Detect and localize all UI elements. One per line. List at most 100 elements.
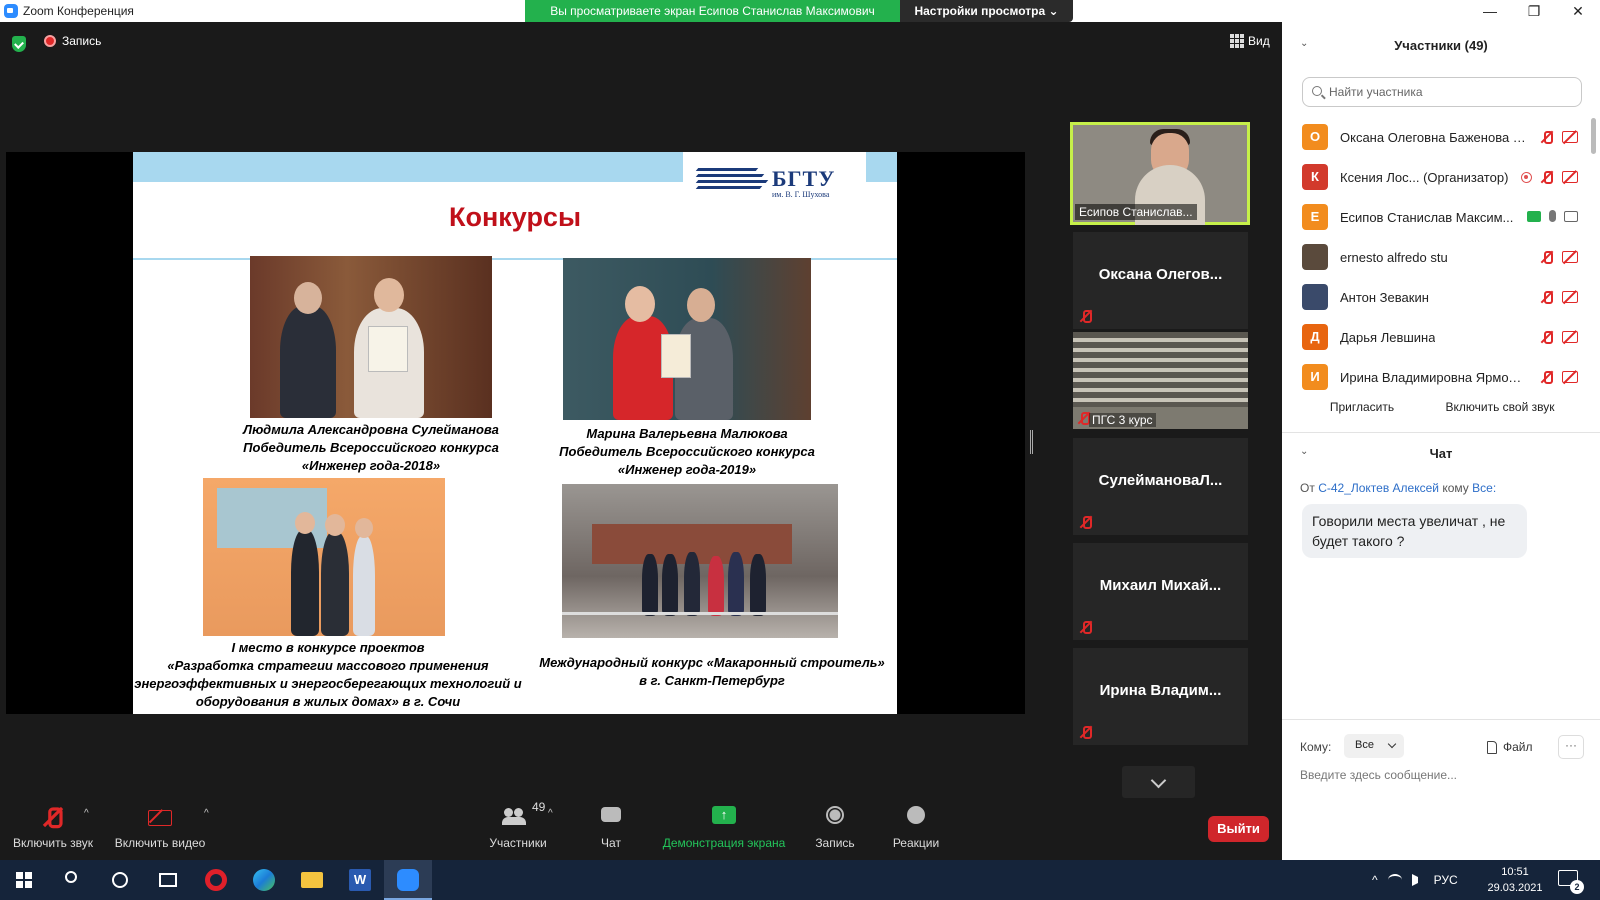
share-screen-button[interactable]: ↑ Демонстрация экрана [656,802,792,860]
task-view-icon [159,873,177,887]
participant-row[interactable]: Д Дарья Левшина [1300,318,1580,358]
invite-button[interactable]: Пригласить [1318,394,1406,420]
file-button[interactable]: Файл [1487,740,1533,754]
shared-screen: БГТУ им. В. Г. Шухова Конкурсы Людмила А… [6,152,1025,714]
windows-logo-icon [16,872,32,888]
window-title: Zoom Конференция [23,4,134,18]
audio-options-caret[interactable]: ^ [84,808,89,819]
participant-status-icons [1521,170,1578,184]
participant-row[interactable]: И Ирина Владимировна Ярмоле... [1300,358,1580,398]
mic-icon [1549,210,1556,222]
view-settings-dropdown[interactable]: Настройки просмотра ⌄ [900,0,1073,22]
video-off-icon [1562,251,1578,263]
video-icon [1564,210,1578,222]
network-icon[interactable] [1387,874,1402,886]
reactions-button[interactable]: Реакции [886,802,946,860]
file-icon [1487,740,1497,754]
video-tile-pgs[interactable]: ПГС 3 курс [1073,332,1248,429]
close-button[interactable]: ✕ [1556,0,1600,22]
splitter-handle[interactable] [1030,430,1033,454]
record-button[interactable]: Запись [808,802,862,860]
tray-expand-icon[interactable]: ^ [1372,873,1378,887]
recording-indicator[interactable]: Запись [44,34,101,48]
start-video-button[interactable]: Включить видео [112,802,208,860]
word-taskbar-button[interactable]: W [336,860,384,900]
share-screen-icon: ↑ [712,806,736,824]
maximize-button[interactable]: ❐ [1512,0,1556,22]
video-tile[interactable]: СулеймановаЛ... [1073,438,1248,535]
participants-options-caret[interactable]: ^ [548,808,553,819]
opera-taskbar-button[interactable] [192,860,240,900]
start-button[interactable] [0,860,48,900]
muted-mic-icon [1540,170,1554,184]
view-button[interactable]: Вид [1230,34,1270,48]
muted-mic-icon [1079,725,1093,739]
slide-top-bar [133,152,683,182]
chat-recipient-link[interactable]: Все: [1472,481,1496,495]
cortana-button[interactable] [96,860,144,900]
recording-label: Запись [62,34,102,48]
leave-meeting-button[interactable]: Выйти [1208,816,1269,842]
task-view-button[interactable] [144,860,192,900]
zoom-app-icon [4,4,18,18]
participant-row[interactable]: ernesto alfredo stu [1300,238,1580,278]
avatar [1302,284,1328,310]
chat-message-meta: От С-42_Локтев Алексей кому Все: [1300,481,1497,495]
chat-button[interactable]: Чат [586,802,636,860]
unmute-self-button[interactable]: Включить свой звук [1430,394,1570,420]
recipient-select[interactable]: Все [1344,734,1404,758]
encryption-shield-icon[interactable] [12,36,26,52]
clock-time: 10:51 [1501,866,1529,878]
screen-share-banner: Вы просматриваете экран Есипов Станислав… [525,0,900,22]
video-tile[interactable]: Оксана Олегов... [1073,232,1248,329]
chat-icon [601,807,621,822]
caption-sochi: I место в конкурсе проектов «Разработка … [134,640,522,709]
recording-icon [1521,171,1532,183]
zoom-taskbar-button[interactable] [384,860,432,900]
chat-message-input[interactable]: Введите здесь сообщение... [1300,768,1584,782]
language-indicator[interactable]: РУС [1434,873,1458,887]
to-label: Кому: [1300,740,1332,754]
caption-malyukova: Марина Валерьевна Малюкова Победитель Вс… [559,426,815,477]
participant-name: Ирина Владимировна Ярмоле... [1340,370,1528,385]
strip-scroll-down-button[interactable] [1122,766,1195,798]
video-tile[interactable]: Ирина Владим... [1073,648,1248,745]
participant-status-icons [1540,130,1578,144]
participant-row[interactable]: О Оксана Олеговна Баженова (Я) [1300,118,1580,158]
participants-button[interactable]: 49 Участники [478,800,558,860]
video-tile-esipov[interactable]: Есипов Станислав... [1070,122,1250,225]
participant-row[interactable]: К Ксения Лос... (Организатор) [1300,158,1580,198]
record-icon [826,806,844,824]
participant-status-icons [1540,250,1578,264]
edge-taskbar-button[interactable] [240,860,288,900]
volume-icon[interactable] [1411,874,1424,886]
participants-scrollbar[interactable] [1591,118,1596,154]
clock[interactable]: 10:51 29.03.2021 [1484,864,1546,896]
muted-mic-icon [1079,620,1093,634]
lecture-hall-rows [1073,332,1248,407]
zoom-icon [397,869,419,891]
video-tile-label: ПГС 3 курс [1089,413,1156,427]
video-tile[interactable]: Михаил Михай... [1073,543,1248,640]
participant-search-input[interactable]: Найти участника [1302,77,1582,107]
video-options-caret[interactable]: ^ [204,808,209,819]
chat-sender-link[interactable]: С-42_Локтев Алексей [1318,481,1439,495]
meeting-area: Запись Вид БГТУ им. В. Г. Шухова Конкурс… [0,22,1280,860]
avatar: Е [1302,204,1328,230]
video-off-icon [1562,331,1578,343]
cortana-icon [112,872,128,888]
participant-row[interactable]: Антон Зевакин [1300,278,1580,318]
mic-off-icon [42,806,64,829]
participant-name: ernesto alfredo stu [1340,250,1448,265]
minimize-button[interactable]: — [1468,0,1512,22]
participant-name: Антон Зевакин [1340,290,1429,305]
photo-sochi [203,478,445,636]
more-options-button[interactable]: ··· [1558,735,1584,759]
participant-row[interactable]: Е Есипов Станислав Максим... [1300,198,1580,238]
search-taskbar-button[interactable] [48,860,96,900]
participant-status-icons [1540,290,1578,304]
windows-taskbar: W ^ РУС 10:51 29.03.2021 2 [0,860,1600,900]
explorer-taskbar-button[interactable] [288,860,336,900]
muted-mic-icon [1540,250,1554,264]
avatar: К [1302,164,1328,190]
